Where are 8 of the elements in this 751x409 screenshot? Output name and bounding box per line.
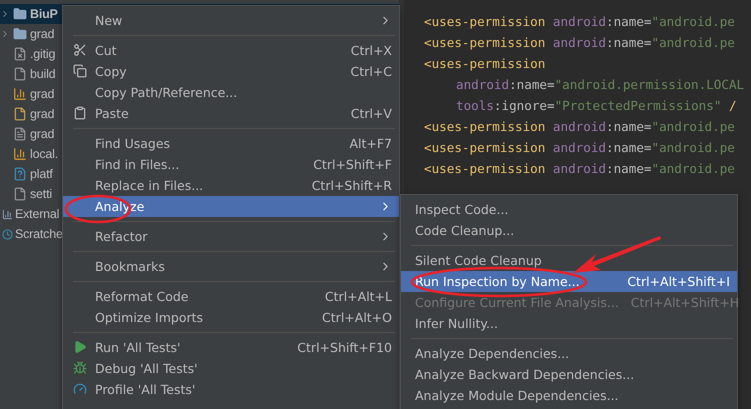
code-line: <uses-permission xyxy=(424,55,546,73)
code-line: <uses-permission android:name="android.pe xyxy=(424,13,736,31)
code-line: <uses-permission android:name="android.pe xyxy=(424,34,736,52)
code-line: <uses-permission android:name="android.pe xyxy=(424,160,736,178)
code-line: android:name="android.permission.LOCAL xyxy=(455,76,746,94)
code-line: tools:ignore="ProtectedPermissions" / xyxy=(455,97,738,115)
code-line: <uses-permission android:name="android.pe xyxy=(424,139,736,157)
code-line: <uses-permission android:name="android.pe xyxy=(424,118,736,136)
